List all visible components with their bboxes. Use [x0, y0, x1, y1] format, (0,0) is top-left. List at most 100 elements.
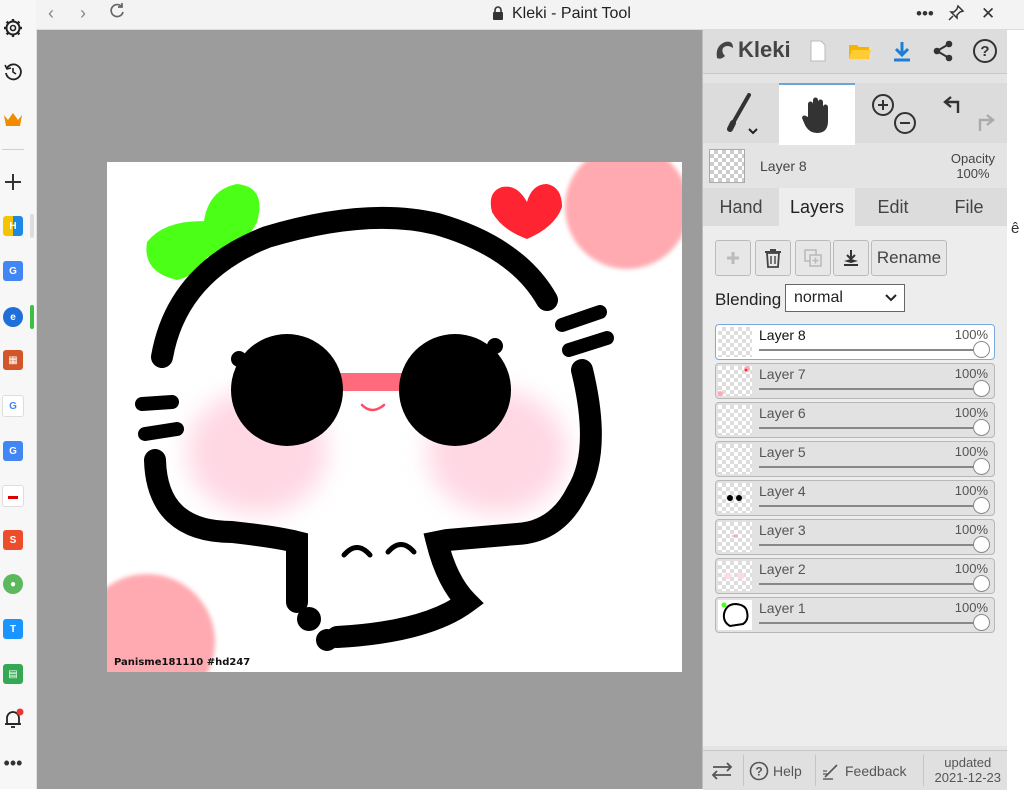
tab-layers[interactable]: Layers	[779, 188, 855, 226]
brush-tool-button[interactable]	[703, 83, 779, 143]
merge-down-button[interactable]	[833, 240, 869, 276]
edge-app-icon[interactable]: e	[2, 306, 24, 328]
delete-layer-button[interactable]	[755, 240, 791, 276]
hand-icon	[802, 97, 828, 133]
layer-name: Layer 5	[759, 444, 806, 460]
layer-opacity: 100%	[954, 600, 988, 615]
redo-icon[interactable]	[978, 114, 995, 131]
more-icon[interactable]: •••	[2, 752, 24, 774]
google-translate-icon[interactable]: G	[2, 260, 24, 282]
current-layer-opacity[interactable]: Opacity 100%	[951, 151, 995, 181]
undo-icon[interactable]	[943, 96, 960, 113]
panel-footer: ? Help Feedback updated 2021-12-23	[703, 750, 1007, 790]
layer-item-4[interactable]: Layer 4 100%	[715, 480, 995, 516]
layer-opacity-slider[interactable]	[973, 458, 990, 475]
layer-name: Layer 2	[759, 561, 806, 577]
layer-thumbnail	[718, 522, 752, 552]
tab-edit[interactable]: Edit	[855, 188, 931, 226]
forward-icon[interactable]: ›	[80, 3, 86, 24]
current-layer-row: Layer 8 Opacity 100%	[703, 145, 1007, 185]
help-label: Help	[773, 762, 802, 779]
updated-info[interactable]: updated 2021-12-23	[935, 755, 1002, 785]
duplicate-layer-button[interactable]	[795, 240, 831, 276]
rename-layer-button[interactable]: Rename	[871, 240, 947, 276]
layer-opacity-slider[interactable]	[973, 497, 990, 514]
layer-item-1[interactable]: Layer 1 100%	[715, 597, 995, 633]
layers-panel: Rename Blending normal Layer 8 100% Laye…	[703, 226, 1007, 746]
google-icon[interactable]: G	[2, 395, 24, 417]
share-icon[interactable]	[930, 38, 956, 64]
active-tab-indicator	[30, 305, 34, 329]
close-icon[interactable]: ✕	[981, 4, 995, 24]
layer-item-2[interactable]: Layer 2 100%	[715, 558, 995, 594]
notification-bell-icon[interactable]	[2, 708, 24, 730]
layer-item-3[interactable]: Layer 3 100%	[715, 519, 995, 555]
flag-app-icon[interactable]: ▬	[2, 485, 24, 507]
open-folder-icon[interactable]	[847, 38, 873, 64]
swap-side-button[interactable]	[711, 751, 733, 790]
sheets-app-icon[interactable]: ▤	[2, 663, 24, 685]
download-icon[interactable]	[889, 38, 915, 64]
layer-opacity-slider[interactable]	[973, 341, 990, 358]
layer-opacity-slider[interactable]	[973, 614, 990, 631]
help-button[interactable]: ? Help	[749, 751, 802, 790]
logo-text: Kleki	[738, 37, 791, 62]
layer-item-7[interactable]: Layer 7 100%	[715, 363, 995, 399]
feedback-button[interactable]: Feedback	[822, 751, 906, 790]
layer-opacity-track	[759, 388, 980, 390]
new-image-icon[interactable]	[805, 38, 831, 64]
drawing-canvas[interactable]: Panisme181110 #hd247	[107, 162, 682, 672]
tab-hand[interactable]: Hand	[703, 188, 779, 226]
add-layer-icon	[727, 252, 739, 264]
blending-mode-value: normal	[794, 289, 843, 306]
layer-thumbnail	[718, 600, 752, 630]
layer-item-5[interactable]: Layer 5 100%	[715, 441, 995, 477]
app-h-icon[interactable]: H	[2, 215, 24, 237]
refresh-icon[interactable]	[108, 2, 126, 25]
back-icon[interactable]: ‹	[48, 3, 54, 24]
undo-redo-buttons	[931, 83, 1007, 143]
kleki-logo-icon	[716, 41, 733, 59]
layer-name: Layer 1	[759, 600, 806, 616]
updated-label: updated	[944, 755, 992, 770]
layer-item-8[interactable]: Layer 8 100%	[715, 324, 995, 360]
kleki-logo[interactable]: Kleki	[713, 37, 791, 63]
background-window-strip: ê	[1007, 30, 1024, 789]
more-options-icon[interactable]: •••	[916, 4, 934, 24]
layer-opacity-track	[759, 349, 980, 351]
settings-gear-icon[interactable]	[2, 17, 24, 39]
layer-opacity: 100%	[954, 444, 988, 459]
closed-eye-right	[385, 542, 417, 555]
tiki-icon[interactable]: T	[2, 618, 24, 640]
google-translate-icon-2[interactable]: G	[2, 440, 24, 462]
layer-opacity-slider[interactable]	[973, 575, 990, 592]
tab-file[interactable]: File	[931, 188, 1007, 226]
layer-opacity: 100%	[954, 366, 988, 381]
green-app-icon[interactable]: ●	[2, 573, 24, 595]
pin-icon[interactable]	[947, 4, 965, 27]
panel-header: Kleki ?	[703, 30, 1007, 74]
add-layer-button[interactable]	[715, 240, 751, 276]
zoom-in-icon[interactable]	[872, 94, 894, 116]
history-icon[interactable]	[2, 61, 24, 83]
kleki-panel: Kleki ? Layer 8 Opacity 100% Hand Layers…	[702, 30, 1007, 790]
layer-opacity-slider[interactable]	[973, 419, 990, 436]
help-icon[interactable]: ?	[972, 38, 998, 64]
layer-item-6[interactable]: Layer 6 100%	[715, 402, 995, 438]
layer-opacity-track	[759, 505, 980, 507]
shield-app-icon[interactable]: ▦	[2, 349, 24, 371]
shopee-icon[interactable]: S	[2, 529, 24, 551]
heart	[490, 184, 562, 239]
zoom-out-icon[interactable]	[894, 112, 916, 134]
add-icon[interactable]	[2, 171, 24, 193]
blending-mode-select[interactable]: normal	[785, 284, 905, 312]
background-text: ê	[1011, 220, 1020, 237]
crown-icon[interactable]	[2, 108, 24, 130]
layer-opacity-slider[interactable]	[973, 536, 990, 553]
layer-opacity-slider[interactable]	[973, 380, 990, 397]
layer-opacity: 100%	[954, 327, 988, 342]
hand-tool-button[interactable]	[779, 83, 855, 145]
browser-titlebar: ‹ › Kleki - Paint Tool ••• ✕	[36, 0, 1024, 30]
opacity-label: Opacity	[950, 151, 995, 166]
canvas-area[interactable]: Panisme181110 #hd247	[37, 30, 702, 789]
